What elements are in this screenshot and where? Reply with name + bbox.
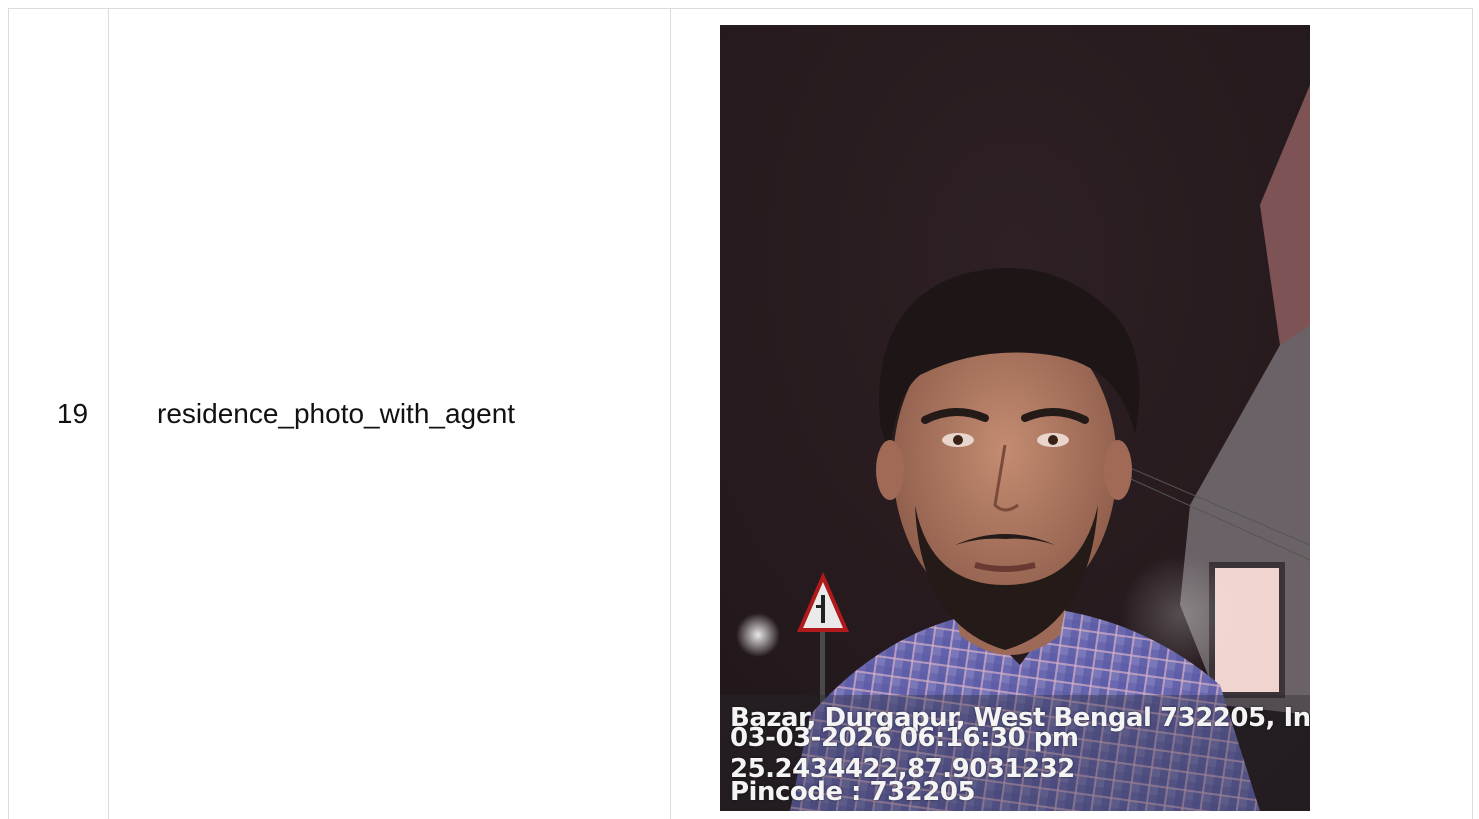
photo-image <box>720 25 1310 811</box>
stamp-pincode: Pincode : 732205 <box>730 777 976 807</box>
row-index-cell: 19 <box>9 9 109 819</box>
row-index: 19 <box>56 398 89 429</box>
residence-photo[interactable]: Bazar, Durgapur, West Bengal 732205, Ind… <box>720 25 1310 811</box>
field-name-cell: residence_photo_with_agent <box>109 9 671 819</box>
table-row: 19 residence_photo_with_agent Bazar, Dur… <box>9 9 1472 819</box>
field-name: residence_photo_with_agent <box>157 398 516 429</box>
stamp-datetime: 03-03-2026 06:16:30 pm <box>730 723 1079 753</box>
photo-cell: Bazar, Durgapur, West Bengal 732205, Ind… <box>671 9 1472 819</box>
data-table: 19 residence_photo_with_agent Bazar, Dur… <box>8 8 1473 819</box>
